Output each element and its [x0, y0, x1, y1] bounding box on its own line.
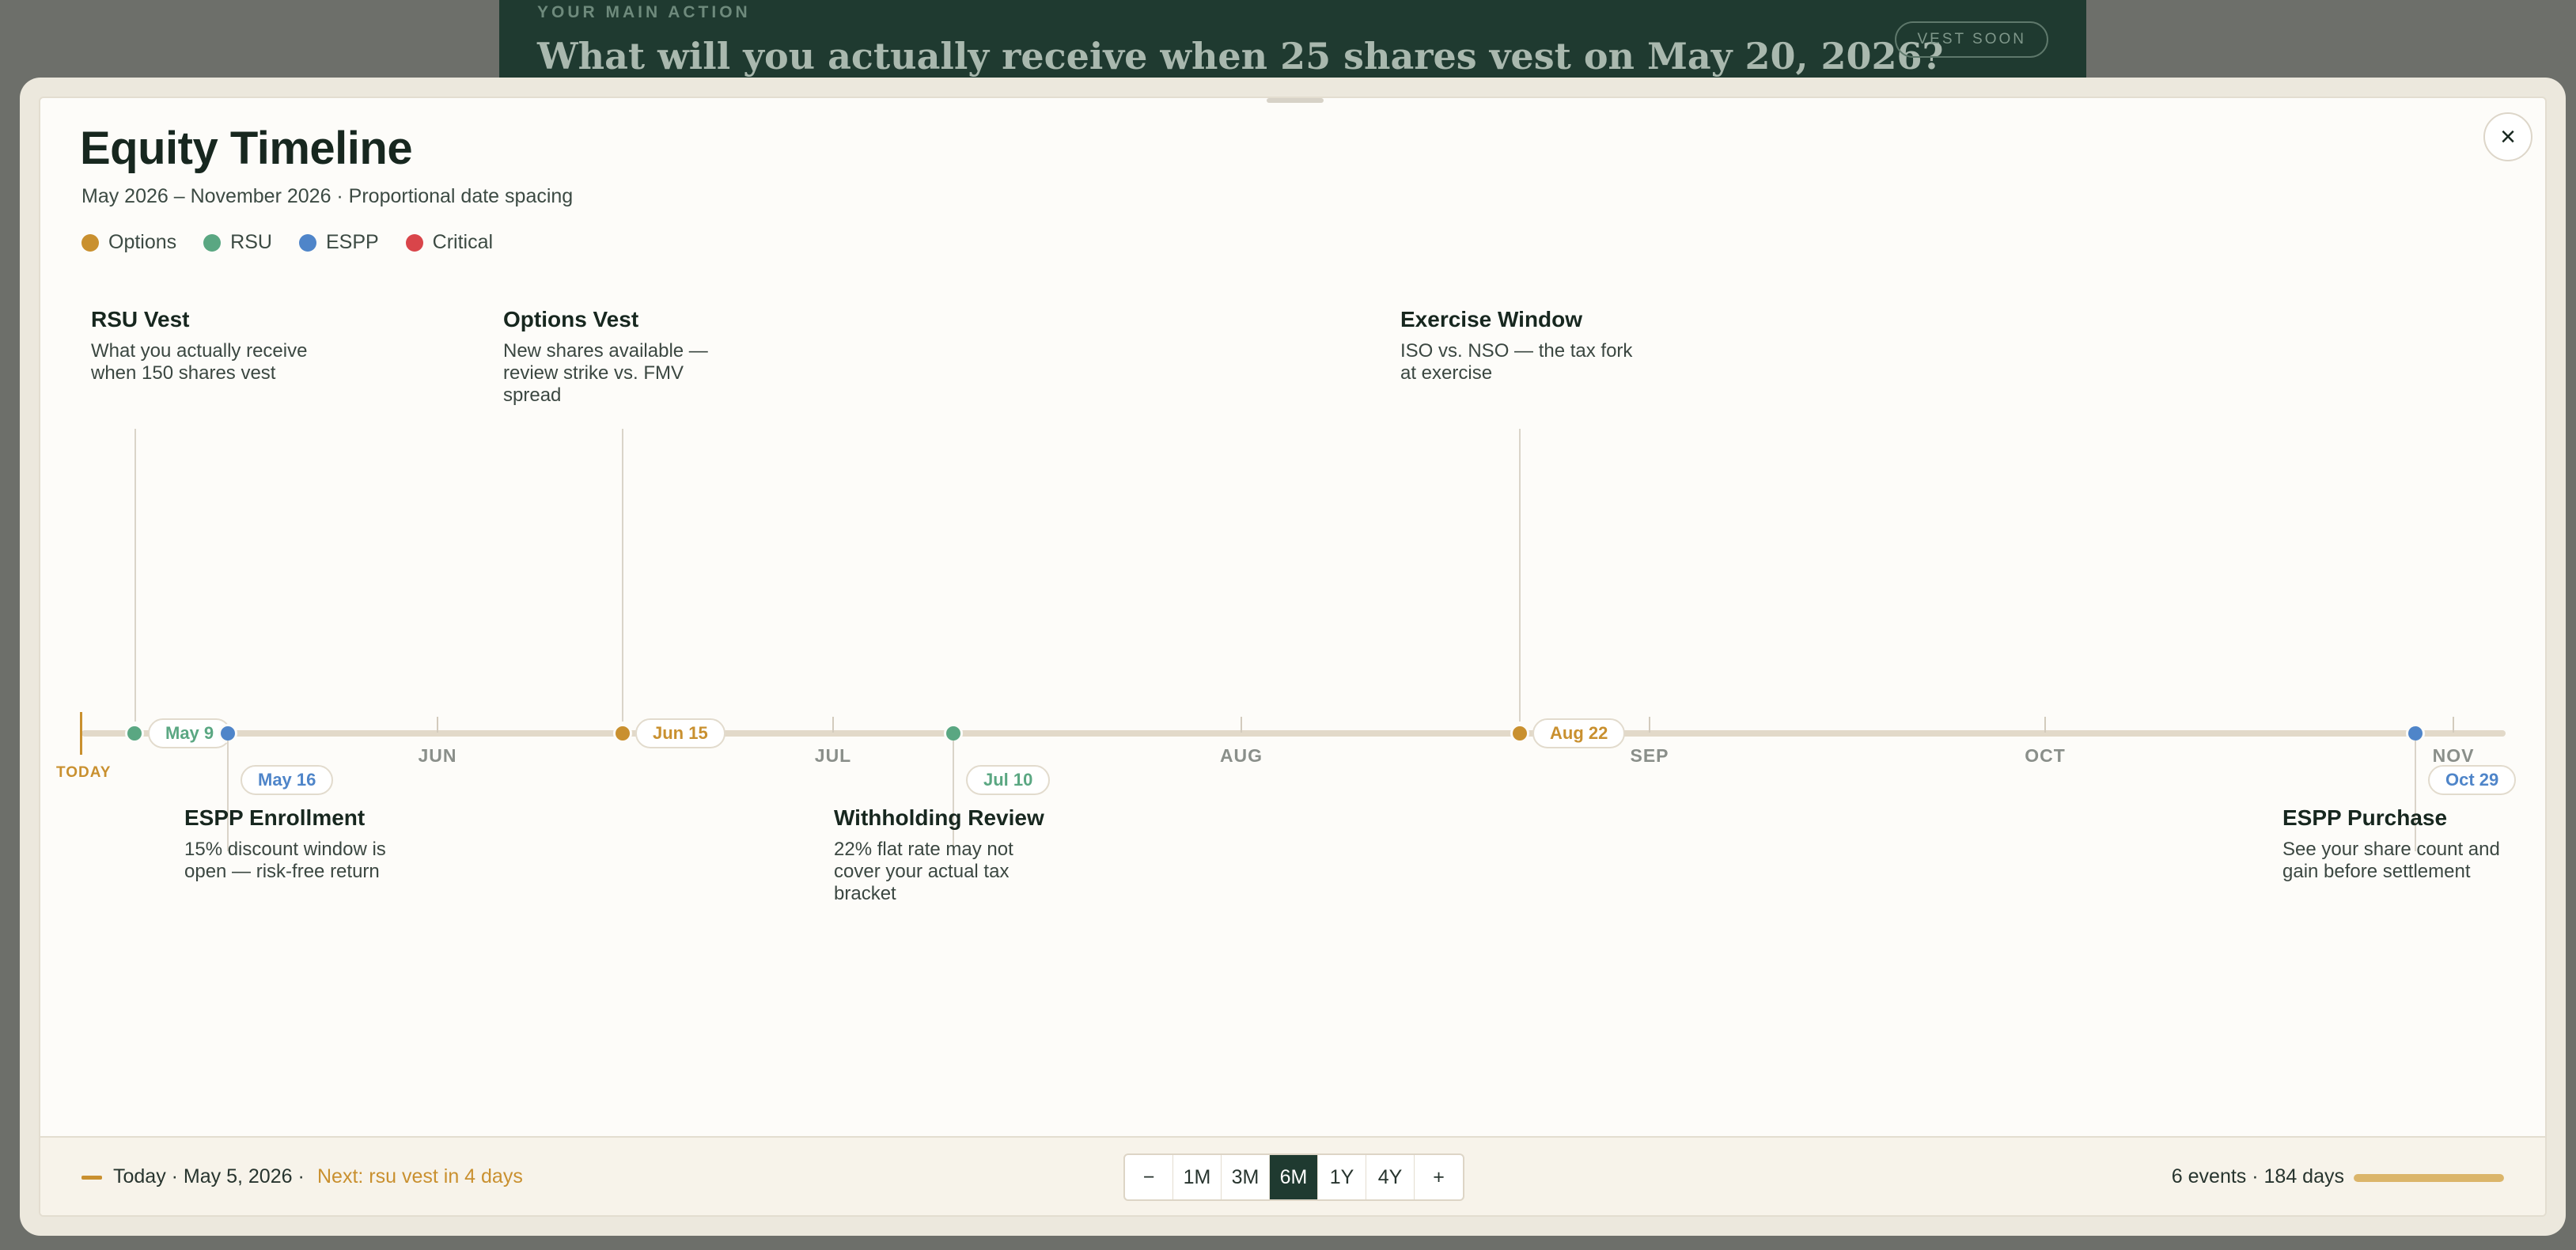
legend: Options RSU ESPP Critical [81, 231, 493, 254]
event-connector [622, 429, 623, 722]
modal-title: Equity Timeline [80, 123, 413, 174]
month-label: JUL [814, 745, 852, 766]
month-label: SEP [1630, 745, 1669, 766]
zoom-out-button[interactable]: − [1125, 1155, 1173, 1199]
event-date-pill[interactable]: Oct 29 [2428, 765, 2517, 795]
event-title: ESPP Purchase [2282, 805, 2448, 830]
event-date-pill[interactable]: Jul 10 [966, 765, 1051, 795]
legend-label: Options [108, 231, 177, 253]
month-label: JUN [418, 745, 457, 766]
modal-content: Equity Timeline May 2026 – November 2026… [39, 97, 2547, 1217]
timeline-progress-fill [2354, 1174, 2504, 1182]
event-description: ISO vs. NSO — the tax fork at exercise [1400, 340, 1633, 384]
month-tick [832, 717, 834, 733]
event-title: Withholding Review [834, 805, 1044, 830]
event-description: See your share count and gain before set… [2282, 839, 2500, 882]
drag-handle[interactable] [1267, 98, 1324, 103]
zoom-4y-button[interactable]: 4Y [1366, 1155, 1415, 1199]
timeline-footer: Today · May 5, 2026 · Next: rsu vest in … [40, 1136, 2545, 1215]
event-marker-rsu[interactable] [125, 724, 144, 743]
event-date-pill[interactable]: Aug 22 [1532, 718, 1626, 748]
main-action-eyebrow: YOUR MAIN ACTION [537, 3, 751, 21]
month-label: NOV [2432, 745, 2475, 766]
zoom-in-button[interactable]: + [1415, 1155, 1463, 1199]
event-title: Exercise Window [1400, 307, 1583, 331]
equity-timeline-modal: Equity Timeline May 2026 – November 2026… [20, 78, 2566, 1236]
close-button[interactable]: × [2483, 112, 2532, 161]
legend-item-options: Options [81, 231, 176, 254]
event-description: New shares available — review strike vs.… [503, 340, 708, 406]
event-title: ESPP Enrollment [184, 805, 366, 830]
event-date-pill[interactable]: May 16 [241, 765, 334, 795]
zoom-6m-button[interactable]: 6M [1270, 1155, 1318, 1199]
zoom-3m-button[interactable]: 3M [1222, 1155, 1270, 1199]
event-marker-options[interactable] [1510, 724, 1529, 743]
month-label: AUG [1219, 745, 1263, 766]
main-action-heading: What will you actually receive when 25 s… [537, 35, 1944, 78]
event-title: Options Vest [503, 307, 639, 331]
event-connector [2415, 741, 2416, 851]
legend-dot-espp [298, 233, 316, 252]
legend-dot-options [81, 233, 99, 252]
legend-item-rsu: RSU [203, 231, 272, 254]
zoom-controls: − 1M 3M 6M 1Y 4Y + [1123, 1153, 1464, 1201]
legend-dot-critical [405, 233, 423, 252]
month-tick [2044, 717, 2046, 733]
timeline-progress-bar [2354, 1174, 2504, 1182]
timeline-axis [81, 730, 2506, 737]
footer-today-text: Today · May 5, 2026 · [113, 1165, 305, 1188]
month-tick [1649, 717, 1650, 733]
zoom-1y-button[interactable]: 1Y [1318, 1155, 1366, 1199]
today-indicator [81, 1176, 102, 1180]
legend-item-critical: Critical [405, 231, 494, 254]
legend-label: ESPP [325, 231, 379, 253]
zoom-1m-button[interactable]: 1M [1173, 1155, 1222, 1199]
close-icon: × [2500, 121, 2516, 152]
month-label: OCT [2025, 745, 2066, 766]
event-description: What you actually receive when 150 share… [91, 340, 308, 384]
legend-label: Critical [432, 231, 494, 253]
legend-item-espp: ESPP [298, 231, 379, 254]
main-action-card: YOUR MAIN ACTION What will you actually … [499, 0, 2086, 87]
event-connector [953, 741, 954, 851]
modal-subtitle: May 2026 – November 2026 · Proportional … [81, 185, 574, 207]
vest-soon-badge[interactable]: VEST SOON [1895, 21, 2048, 58]
event-description: 15% discount window is open — risk-free … [184, 839, 386, 882]
event-title: RSU Vest [91, 307, 190, 331]
event-date-pill[interactable]: Jun 15 [635, 718, 725, 748]
footer-next-event[interactable]: Next: rsu vest in 4 days [317, 1165, 523, 1188]
footer-stats: 6 events · 184 days [2171, 1165, 2344, 1188]
legend-label: RSU [230, 231, 272, 253]
event-marker-options[interactable] [613, 724, 632, 743]
legend-dot-rsu [203, 233, 222, 252]
event-connector [227, 741, 229, 851]
today-marker [80, 712, 82, 755]
event-connector [1519, 429, 1521, 722]
month-tick [2453, 717, 2454, 733]
month-tick [1241, 717, 1242, 733]
event-connector [134, 429, 136, 722]
today-label: TODAY [56, 764, 112, 781]
event-description: 22% flat rate may not cover your actual … [834, 839, 1013, 904]
month-tick [437, 717, 438, 733]
